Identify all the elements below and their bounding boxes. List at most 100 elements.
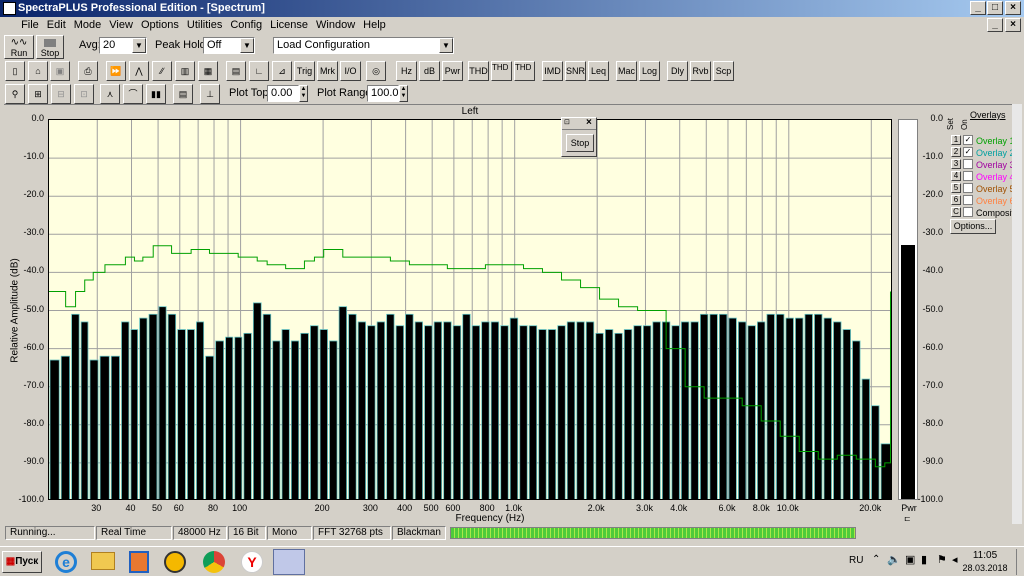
overlay-set-button[interactable]: C [951, 207, 961, 217]
tool-db-button[interactable]: dB [419, 61, 440, 81]
spectrum-plot[interactable] [48, 119, 892, 500]
chevron-down-icon[interactable]: ▼ [132, 38, 146, 53]
save-icon[interactable]: ▣ [50, 61, 70, 81]
overlay-set-button[interactable]: 2 [951, 147, 961, 157]
menu-window[interactable]: Window [312, 17, 359, 33]
overlay-set-button[interactable]: 4 [951, 171, 961, 181]
close-icon[interactable]: × [586, 117, 592, 128]
tool-hz-button[interactable]: Hz [396, 61, 417, 81]
tool-pwr-button[interactable]: Pwr [442, 61, 463, 81]
menu-view[interactable]: View [105, 17, 137, 33]
smooth-icon[interactable]: ⌒ [123, 84, 143, 104]
tray-network-icon[interactable]: ▮ [921, 553, 927, 566]
overlay-on-checkbox[interactable]: ✓ [963, 147, 973, 157]
start-button[interactable]: ▦Пуск [2, 551, 42, 573]
clock-time[interactable]: 11:05 [963, 550, 1007, 561]
doc-close-button[interactable]: × [1005, 18, 1021, 32]
vertical-scrollbar[interactable] [1012, 104, 1022, 524]
media-player-icon[interactable] [129, 551, 149, 573]
overlay-on-checkbox[interactable] [963, 195, 973, 205]
file-explorer-icon[interactable] [91, 552, 115, 570]
show-desktop-button[interactable] [1016, 549, 1022, 575]
print-icon[interactable]: ⎙ [78, 61, 98, 81]
language-indicator[interactable]: RU [849, 555, 863, 566]
tool-snr-button[interactable]: SNR [565, 61, 586, 81]
zoom-out-icon[interactable]: ⊟ [51, 84, 71, 104]
chevron-down-icon[interactable]: ▼ [240, 38, 254, 53]
stop-button[interactable]: Stop [36, 35, 64, 59]
zoom-in-icon[interactable]: ⊞ [28, 84, 48, 104]
tool-i-o-button[interactable]: I/O [340, 61, 361, 81]
yandex-browser-icon[interactable]: Y [241, 551, 263, 573]
calibration-icon[interactable]: ▤ [226, 61, 246, 81]
overlay-set-button[interactable]: 6 [951, 195, 961, 205]
overlay-on-checkbox[interactable] [963, 207, 973, 217]
aimp-icon[interactable] [164, 551, 186, 573]
doc-minimize-button[interactable]: _ [987, 18, 1003, 32]
fast-forward-icon[interactable]: ⏩ [106, 61, 126, 81]
plot-range-input[interactable]: 100.0 [367, 85, 399, 102]
tool-dly-button[interactable]: Dly [667, 61, 688, 81]
tool-thd-freq-button[interactable]: THD Freq [514, 61, 535, 81]
tool-thd-button[interactable]: THD [468, 61, 489, 81]
overlay-on-checkbox[interactable] [963, 159, 973, 169]
overlay-options-button[interactable]: Options... [950, 219, 996, 234]
floating-window-titlebar[interactable]: ⊡ × [562, 117, 596, 130]
oscilloscope-mode-icon[interactable]: ◎ [366, 61, 386, 81]
tray-sound-icon[interactable]: 🔈 [887, 553, 901, 566]
plot-top-spinner[interactable]: ▲ ▼ [299, 85, 308, 102]
overlay-on-checkbox[interactable]: ✓ [963, 135, 973, 145]
tool-leq-button[interactable]: Leq [588, 61, 609, 81]
peak-icon[interactable]: ⋏ [100, 84, 120, 104]
marker-icon[interactable]: ⊥ [200, 84, 220, 104]
floating-stop-window[interactable]: ⊡ × Stop [561, 117, 597, 157]
menu-edit[interactable]: Edit [43, 17, 70, 33]
overlay-on-checkbox[interactable] [963, 171, 973, 181]
menu-config[interactable]: Config [226, 17, 266, 33]
menu-utilities[interactable]: Utilities [183, 17, 226, 33]
tool-mrk-button[interactable]: Mrk [317, 61, 338, 81]
zoom-full-icon[interactable]: ⊡ [74, 84, 94, 104]
overlay-set-button[interactable]: 1 [951, 135, 961, 145]
floating-stop-button[interactable]: Stop [566, 134, 594, 152]
run-button[interactable]: ∿∿ Run [4, 35, 34, 59]
menu-file[interactable]: File [17, 17, 43, 33]
internet-explorer-icon[interactable]: e [55, 551, 77, 573]
chrome-icon[interactable] [203, 551, 225, 573]
menu-mode[interactable]: Mode [70, 17, 106, 33]
tool-mac-button[interactable]: Mac [616, 61, 637, 81]
menu-help[interactable]: Help [359, 17, 390, 33]
peak-hold-select[interactable]: Off ▼ [203, 37, 255, 54]
spectraplus-taskbar-icon[interactable] [273, 549, 305, 575]
overlay-set-button[interactable]: 5 [951, 183, 961, 193]
clock-date[interactable]: 28.03.2018 [957, 563, 1013, 573]
maximize-button[interactable]: □ [987, 1, 1003, 15]
tray-device-icon[interactable]: ▣ [905, 553, 915, 566]
3d-surface-icon[interactable]: ▦ [198, 61, 218, 81]
settings-icon[interactable]: ▤ [173, 84, 193, 104]
time-series-icon[interactable]: ⋀ [129, 61, 149, 81]
tool-imd-button[interactable]: IMD [542, 61, 563, 81]
menu-options[interactable]: Options [137, 17, 183, 33]
tool-log-button[interactable]: Log [639, 61, 660, 81]
tool-rvb-button[interactable]: Rvb [690, 61, 711, 81]
plot-range-spinner[interactable]: ▲ ▼ [399, 85, 408, 102]
avg-select[interactable]: 20 ▼ [99, 37, 147, 54]
overlay-on-checkbox[interactable] [963, 183, 973, 193]
tray-flag-icon[interactable]: ⚑ [937, 553, 947, 566]
overlay-set-button[interactable]: 3 [951, 159, 961, 169]
chevron-down-icon[interactable]: ▼ [439, 38, 453, 53]
minimize-button[interactable]: _ [970, 1, 986, 15]
axes-icon[interactable]: ∟ [249, 61, 269, 81]
meter-toggle-icon[interactable]: ⊏ [904, 514, 911, 523]
filter-icon[interactable]: ⊿ [272, 61, 292, 81]
close-button[interactable]: × [1005, 1, 1021, 15]
app-icon[interactable] [3, 2, 16, 15]
plot-top-input[interactable]: 0.00 [267, 85, 299, 102]
bar-icon[interactable]: ▮▮ [146, 84, 166, 104]
tool-thd-n-button[interactable]: THD +N [491, 61, 512, 81]
configuration-select[interactable]: Load Configuration ▼ [273, 37, 454, 54]
open-folder-icon[interactable]: ⌂ [28, 61, 48, 81]
zoom-icon[interactable]: ⚲ [5, 84, 25, 104]
waveform-icon[interactable]: ∕∕ [152, 61, 172, 81]
